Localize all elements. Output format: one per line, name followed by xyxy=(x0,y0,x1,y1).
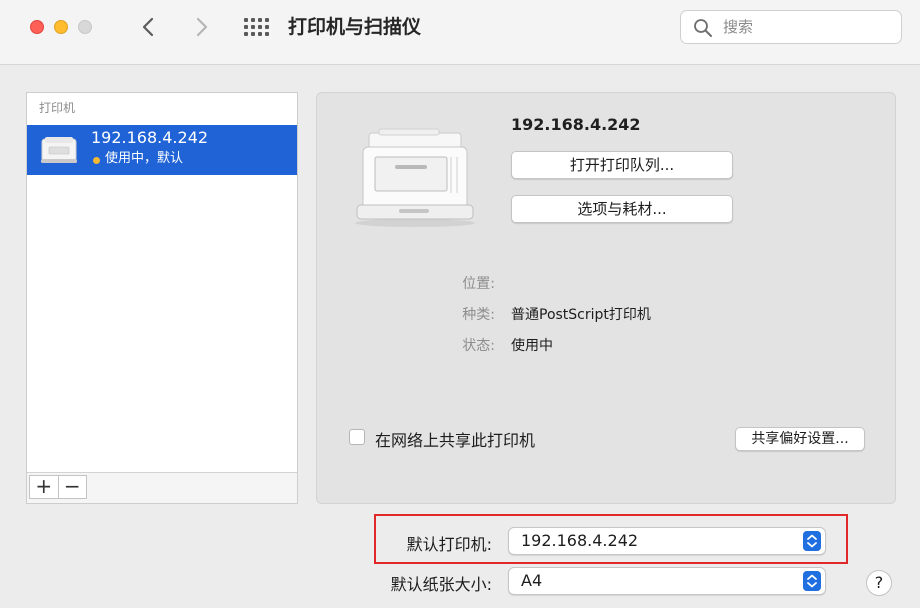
add-remove-segment: + − xyxy=(29,475,87,499)
printer-title: 192.168.4.242 xyxy=(511,115,641,134)
remove-printer-button[interactable]: − xyxy=(59,476,87,498)
add-printer-button[interactable]: + xyxy=(30,476,59,498)
forward-button[interactable] xyxy=(186,12,216,42)
status-dot xyxy=(93,157,100,164)
minimize-window-button[interactable] xyxy=(54,20,68,34)
printer-status: 使用中，默认 xyxy=(105,151,184,166)
search-icon xyxy=(694,19,712,37)
location-label: 位置: xyxy=(462,276,495,292)
zoom-window-button[interactable] xyxy=(78,20,92,34)
printer-list-footer: + − xyxy=(27,472,297,503)
search-field[interactable]: 搜索 xyxy=(680,10,902,44)
share-printer-checkbox[interactable] xyxy=(349,429,365,445)
kind-value: 普通PostScript打印机 xyxy=(511,307,651,323)
show-all-grid-icon[interactable] xyxy=(244,18,270,36)
window-titlebar: 打印机与扫描仪 搜索 xyxy=(0,0,920,65)
open-print-queue-button[interactable]: 打开打印队列... xyxy=(511,151,733,179)
up-down-chevron-icon xyxy=(803,571,821,591)
sharing-preferences-button[interactable]: 共享偏好设置... xyxy=(735,427,865,451)
share-printer-label: 在网络上共享此打印机 xyxy=(375,431,536,450)
paper-size-value: A4 xyxy=(521,571,543,590)
default-printer-label: 默认打印机: xyxy=(406,535,492,554)
status-label: 状态: xyxy=(462,338,495,354)
printer-list: 打印机 192.168.4.242 使用中，默认 + − xyxy=(26,92,298,504)
paper-size-label: 默认纸张大小: xyxy=(390,575,492,594)
options-supplies-button[interactable]: 选项与耗材... xyxy=(511,195,733,223)
printer-list-item[interactable]: 192.168.4.242 使用中，默认 xyxy=(27,125,297,175)
chevron-left-icon xyxy=(142,17,154,37)
default-printer-popup[interactable]: 192.168.4.242 xyxy=(508,527,826,555)
printer-detail-panel: 192.168.4.242 打开打印队列... 选项与耗材... 位置: 种类:… xyxy=(316,92,896,504)
up-down-chevron-icon xyxy=(803,531,821,551)
kind-label: 种类: xyxy=(462,307,495,323)
printer-image xyxy=(355,128,475,227)
chevron-right-icon xyxy=(196,17,208,37)
printer-icon xyxy=(41,137,77,163)
back-button[interactable] xyxy=(134,12,164,42)
printer-list-header: 打印机 xyxy=(39,101,76,115)
printer-name: 192.168.4.242 xyxy=(91,128,209,147)
close-window-button[interactable] xyxy=(30,20,44,34)
search-placeholder: 搜索 xyxy=(723,18,754,36)
paper-size-popup[interactable]: A4 xyxy=(508,567,826,595)
window-title: 打印机与扫描仪 xyxy=(288,16,422,38)
help-button[interactable]: ? xyxy=(866,570,892,596)
default-printer-value: 192.168.4.242 xyxy=(521,531,639,550)
status-value: 使用中 xyxy=(511,338,553,354)
